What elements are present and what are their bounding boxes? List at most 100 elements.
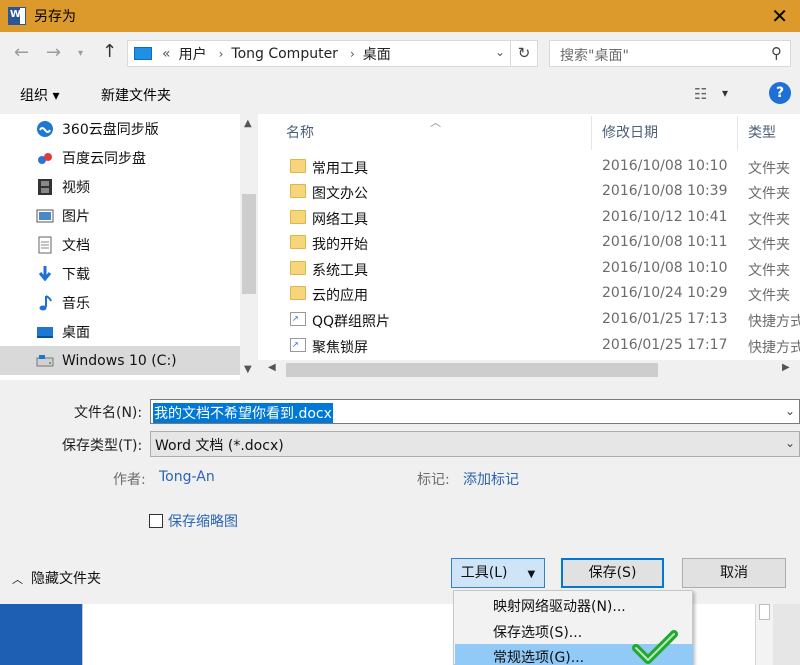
save-button[interactable]: 保存(S) [561, 558, 664, 588]
refresh-icon[interactable]: ↻ [510, 41, 537, 66]
save-thumbnail-checkbox[interactable] [149, 514, 163, 528]
help-icon[interactable]: ? [769, 82, 791, 104]
scroll-left-icon[interactable]: ◀ [268, 362, 276, 373]
filetype-dropdown-icon[interactable]: ⌄ [785, 436, 795, 450]
search-icon[interactable]: ⚲ [771, 44, 782, 62]
forward-arrow-icon[interactable]: → [46, 42, 61, 63]
column-header-date-modified[interactable]: 修改日期 [602, 122, 658, 142]
save-thumbnail-label[interactable]: 保存缩略图 [168, 511, 238, 531]
background-ribbon-panel [0, 604, 82, 665]
view-dropdown-icon[interactable]: ▾ [722, 86, 728, 100]
back-arrow-icon[interactable]: ← [14, 42, 29, 63]
nav-item-videos[interactable]: 视频 [0, 172, 240, 201]
nav-item-label: 360云盘同步版 [62, 121, 159, 138]
close-icon[interactable]: ✕ [771, 4, 788, 28]
breadcrumb-overflow[interactable]: « [162, 46, 171, 62]
file-type: 文件夹 [748, 237, 790, 253]
menu-item-label: 保存选项(S)... [493, 625, 583, 641]
hide-folders-toggle[interactable]: ︿ 隐藏文件夹 [12, 568, 101, 588]
file-row[interactable]: 常用工具 2016/10/08 10:10 文件夹 [258, 155, 800, 180]
file-row[interactable]: 系统工具 2016/10/08 10:10 文件夹 [258, 257, 800, 282]
nav-item-label: 视频 [62, 179, 90, 196]
background-scrollbar[interactable] [755, 604, 773, 665]
cancel-button[interactable]: 取消 [682, 558, 786, 588]
author-value[interactable]: Tong-An [159, 469, 215, 485]
nav-item-music[interactable]: 音乐 [0, 288, 240, 317]
computer-icon [134, 47, 152, 60]
filename-input[interactable]: 我的文档不希望你看到.docx ⌄ [150, 399, 800, 424]
file-list-scroll-thumb[interactable] [286, 363, 658, 377]
search-placeholder: 搜索"桌面" [560, 48, 629, 64]
breadcrumb-separator-icon[interactable]: › [219, 47, 224, 61]
tools-button[interactable]: 工具(L) ▼ [451, 558, 545, 588]
nav-item-documents[interactable]: 文档 [0, 230, 240, 259]
file-row[interactable]: 图文办公 2016/10/08 10:39 文件夹 [258, 180, 800, 205]
save-form: 文件名(N): 我的文档不希望你看到.docx ⌄ 保存类型(T): Word … [0, 380, 800, 604]
title-bar[interactable]: 另存为 ✕ [0, 0, 800, 32]
tags-key: 标记: [417, 472, 450, 488]
address-dropdown-icon[interactable]: ⌄ [495, 45, 505, 59]
recent-locations-chevron-icon[interactable]: ▾ [78, 48, 83, 59]
address-bar[interactable]: « 用户 › Tong Computer › 桌面 ⌄ ↻ [127, 40, 538, 67]
folder-icon [290, 261, 306, 275]
nav-item-windows-drive[interactable]: Windows 10 (C:) [0, 346, 240, 375]
file-type: 文件夹 [748, 161, 790, 177]
word-app-icon [8, 7, 26, 25]
column-divider[interactable] [737, 116, 738, 150]
scroll-down-icon[interactable]: ▼ [244, 364, 252, 375]
command-toolbar: 组织 ▾ 新建文件夹 ☷ ▾ ? [0, 74, 800, 114]
file-date: 2016/01/25 17:17 [602, 337, 728, 353]
hide-folders-label: 隐藏文件夹 [31, 571, 101, 587]
nav-item-baidu-cloud[interactable]: 百度云同步盘 [0, 143, 240, 172]
window-title: 另存为 [34, 9, 76, 25]
nav-pane-scroll-thumb[interactable] [242, 194, 256, 294]
file-list-horizontal-scrollbar[interactable]: ◀ ▶ [258, 360, 800, 380]
file-row[interactable]: QQ群组照片 2016/01/25 17:13 快捷方式 [258, 308, 800, 333]
up-arrow-icon[interactable]: ↑ [102, 41, 117, 62]
filename-value[interactable]: 我的文档不希望你看到.docx [153, 403, 333, 423]
new-folder-button[interactable]: 新建文件夹 [101, 85, 171, 105]
video-icon [36, 178, 54, 196]
file-type: 文件夹 [748, 288, 790, 304]
file-row[interactable]: 云的应用 2016/10/24 10:29 文件夹 [258, 282, 800, 307]
file-row[interactable]: 聚焦锁屏 2016/01/25 17:17 快捷方式 [258, 334, 800, 359]
column-header-type[interactable]: 类型 [748, 122, 776, 142]
file-type: 文件夹 [748, 186, 790, 202]
nav-item-desktop[interactable]: 桌面 [0, 317, 240, 346]
breadcrumb-separator-icon[interactable]: › [350, 47, 355, 61]
tools-label: 工具(L) [460, 565, 508, 581]
organize-menu-button[interactable]: 组织 ▾ [20, 85, 59, 105]
checkmark-icon [632, 630, 678, 664]
filetype-select[interactable]: Word 文档 (*.docx) ⌄ [150, 431, 800, 457]
file-row[interactable]: 我的开始 2016/10/08 10:11 文件夹 [258, 231, 800, 256]
cloud-sync-icon [36, 120, 54, 138]
search-box[interactable]: 搜索"桌面" ⚲ [549, 40, 791, 67]
nav-item-downloads[interactable]: 下载 [0, 259, 240, 288]
scroll-right-icon[interactable]: ▶ [782, 362, 790, 373]
nav-item-label: 桌面 [62, 324, 90, 341]
nav-item-pictures[interactable]: 图片 [0, 201, 240, 230]
file-type: 文件夹 [748, 263, 790, 279]
breadcrumb-tong-computer[interactable]: Tong Computer [231, 46, 338, 62]
breadcrumb-desktop[interactable]: 桌面 [363, 44, 391, 64]
filename-dropdown-icon[interactable]: ⌄ [785, 404, 795, 418]
scroll-up-icon[interactable]: ▲ [244, 118, 252, 129]
tags-value[interactable]: 添加标记 [463, 469, 519, 489]
nav-item-360-cloud[interactable]: 360云盘同步版 [0, 114, 240, 143]
column-divider[interactable] [591, 116, 592, 150]
sort-ascending-icon: ︿ [430, 116, 441, 129]
file-name: 常用工具 [312, 161, 368, 177]
file-date: 2016/01/25 17:13 [602, 311, 728, 327]
breadcrumb-users[interactable]: 用户 [179, 44, 207, 64]
background-scroll-thumb[interactable] [759, 604, 770, 620]
nav-pane-scrollbar[interactable]: ▲ ▼ [240, 114, 258, 380]
menu-item-map-network-drive[interactable]: 映射网络驱动器(N)... [455, 593, 693, 617]
view-options-icon[interactable]: ☷ [694, 85, 707, 103]
file-row[interactable]: 网络工具 2016/10/12 10:41 文件夹 [258, 206, 800, 231]
filetype-label: 保存类型(T): [62, 438, 143, 454]
column-header-name[interactable]: 名称 [286, 122, 314, 142]
nav-item-label: 文档 [62, 237, 90, 254]
shortcut-icon [290, 338, 306, 352]
file-type: 快捷方式 [748, 314, 800, 330]
file-date: 2016/10/24 10:29 [602, 285, 728, 301]
